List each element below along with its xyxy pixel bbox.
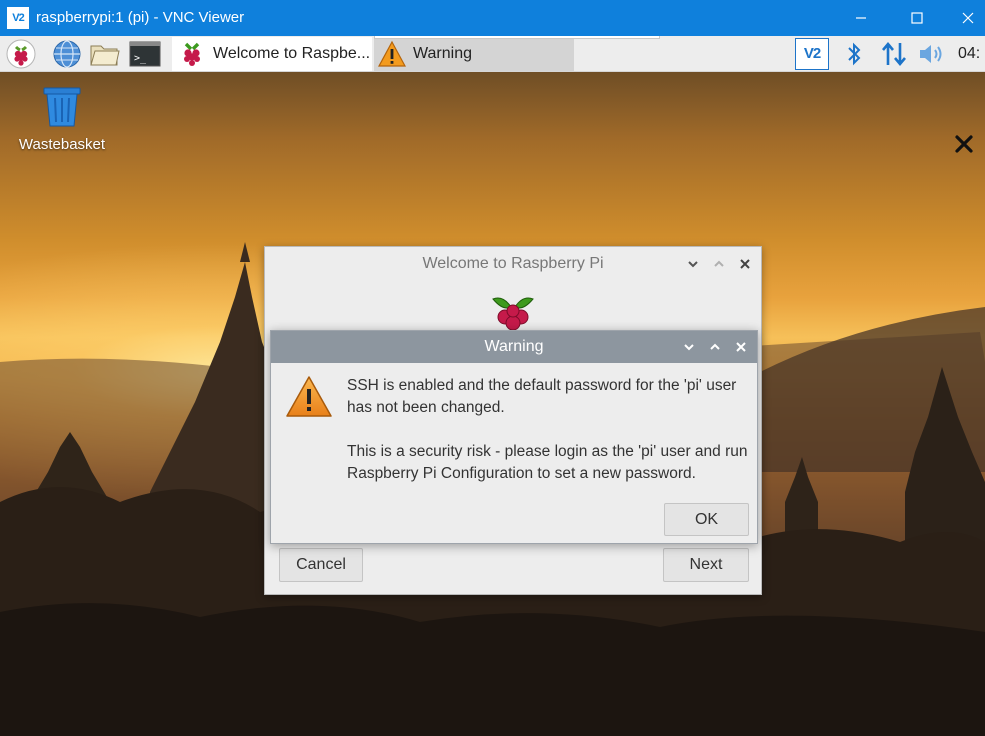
close-icon (740, 259, 750, 269)
vnc-title-bar: V2 raspberrypi:1 (pi) - VNC Viewer (0, 0, 985, 36)
terminal-icon: >_ (129, 41, 161, 67)
minimize-button[interactable] (838, 0, 884, 36)
raspberry-menu-icon (6, 39, 36, 69)
file-manager-launcher[interactable] (89, 38, 121, 70)
warning-icon (377, 40, 407, 67)
chevron-down-icon (684, 344, 694, 351)
raspberry-pi-logo (492, 297, 534, 331)
desktop-close-button[interactable] (954, 134, 974, 154)
warning-dialog: Warning SSH is enabled and the default p… (270, 330, 758, 544)
chevron-up-icon (714, 260, 724, 267)
minimize-icon (856, 17, 866, 19)
volume-tray-button[interactable] (916, 38, 948, 70)
vnc-tray-icon: V2 (795, 38, 829, 70)
warning-minimize-button[interactable] (679, 337, 699, 357)
warning-maximize-button[interactable] (705, 337, 725, 357)
task-welcome-label: Welcome to Raspbe... (213, 45, 371, 62)
clock-text: 04: (958, 45, 981, 62)
task-welcome[interactable]: Welcome to Raspbe... (172, 37, 372, 71)
maximize-icon (911, 12, 923, 24)
desktop-icon-label: Wastebasket (18, 136, 106, 153)
desktop-icon-wastebasket[interactable]: Wastebasket (6, 84, 118, 153)
maximize-button[interactable] (894, 0, 940, 36)
welcome-minimize-button[interactable] (683, 254, 703, 274)
pi-taskbar: >_ Welcome to Raspbe... Warning V2 04: (0, 36, 985, 72)
task-warning-label: Warning (413, 45, 472, 62)
close-icon (962, 12, 973, 24)
chevron-down-icon (688, 261, 698, 268)
bluetooth-tray-button[interactable] (842, 38, 866, 70)
trash-bin-icon (43, 87, 81, 127)
globe-icon (53, 40, 81, 68)
close-window-button[interactable] (950, 0, 985, 36)
ok-button[interactable]: OK (664, 503, 749, 536)
warning-close-button[interactable] (731, 337, 751, 357)
warning-dialog-titlebar[interactable]: Warning (271, 331, 757, 363)
menu-button[interactable] (5, 38, 37, 70)
welcome-close-button[interactable] (735, 254, 755, 274)
welcome-dialog-titlebar[interactable]: Welcome to Raspberry Pi (265, 247, 761, 281)
close-icon (736, 342, 746, 352)
clock[interactable]: 04: (958, 38, 985, 70)
vnc-server-tray-button[interactable]: V2 (794, 38, 830, 70)
raspberry-icon (184, 42, 200, 66)
vnc-window-title: raspberrypi:1 (pi) - VNC Viewer (36, 9, 245, 26)
web-browser-launcher[interactable] (51, 38, 83, 70)
close-icon (955, 135, 973, 153)
taskbar-input-strip (374, 36, 660, 39)
svg-text:>_: >_ (134, 53, 147, 64)
network-arrows-icon (882, 41, 906, 67)
volume-icon (920, 45, 942, 63)
vnc-viewer-app-icon: V2 (7, 7, 29, 29)
bluetooth-icon (848, 42, 861, 66)
network-tray-button[interactable] (878, 38, 910, 70)
chevron-up-icon (710, 343, 720, 350)
warning-triangle-icon (286, 376, 332, 417)
warning-message-line-2: This is a security risk - please login a… (347, 443, 748, 482)
warning-message: SSH is enabled and the default password … (347, 375, 751, 485)
welcome-maximize-button[interactable] (709, 254, 729, 274)
task-warning[interactable]: Warning (374, 37, 574, 71)
folder-icon (90, 45, 120, 66)
cancel-button[interactable]: Cancel (279, 548, 363, 582)
terminal-launcher[interactable]: >_ (129, 38, 161, 70)
warning-message-line-1: SSH is enabled and the default password … (347, 377, 737, 416)
next-button[interactable]: Next (663, 548, 749, 582)
